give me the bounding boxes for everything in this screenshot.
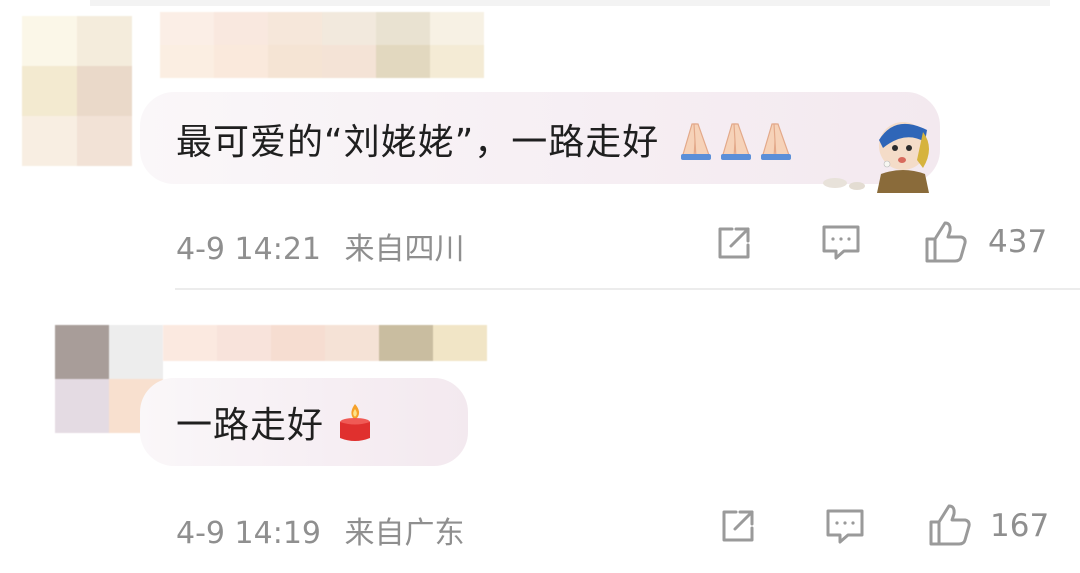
like-count: 167 — [990, 508, 1050, 544]
share-button[interactable] — [712, 221, 756, 265]
comment-text: 最可爱的“刘姥姥”，一路走好 — [176, 122, 660, 163]
share-button[interactable] — [716, 504, 760, 548]
comment-timestamp: 4-9 14:19 — [176, 516, 321, 551]
share-icon — [722, 510, 754, 542]
comment-text: 一路走好 — [176, 405, 325, 446]
thumbs-up-icon — [925, 221, 967, 263]
comment-text-row: 一路走好 — [176, 396, 374, 453]
comment-icon — [822, 225, 860, 260]
comment-location: 来自四川 — [344, 232, 465, 267]
username-censored[interactable] — [163, 325, 487, 361]
top-divider — [90, 0, 1050, 6]
comment-button[interactable] — [822, 503, 868, 549]
comment-location: 来自广东 — [344, 516, 465, 551]
like-button[interactable] — [926, 501, 974, 549]
comment-timestamp: 4-9 14:21 — [176, 232, 321, 267]
comment-thread: 最可爱的“刘姥姥”，一路走好 4-9 14:21 来自四川 437 一路走好 4… — [0, 0, 1080, 573]
like-count: 437 — [988, 224, 1048, 260]
comment-meta: 4-9 14:21 来自四川 — [176, 224, 465, 268]
girl-with-pearl-earring-sticker — [795, 108, 945, 193]
praying-hands-emoji — [672, 118, 792, 171]
comment-icon — [826, 509, 864, 544]
avatar-censored[interactable] — [22, 16, 132, 166]
comment-divider — [175, 288, 1080, 290]
comment-button[interactable] — [818, 219, 864, 265]
share-icon — [718, 227, 750, 259]
thumbs-up-icon — [929, 504, 971, 546]
like-button[interactable] — [922, 218, 970, 266]
comment-text-row: 最可爱的“刘姥姥”，一路走好 — [176, 113, 792, 171]
candle-emoji — [336, 402, 374, 453]
comment-meta: 4-9 14:19 来自广东 — [176, 508, 465, 552]
username-censored[interactable] — [160, 12, 484, 78]
